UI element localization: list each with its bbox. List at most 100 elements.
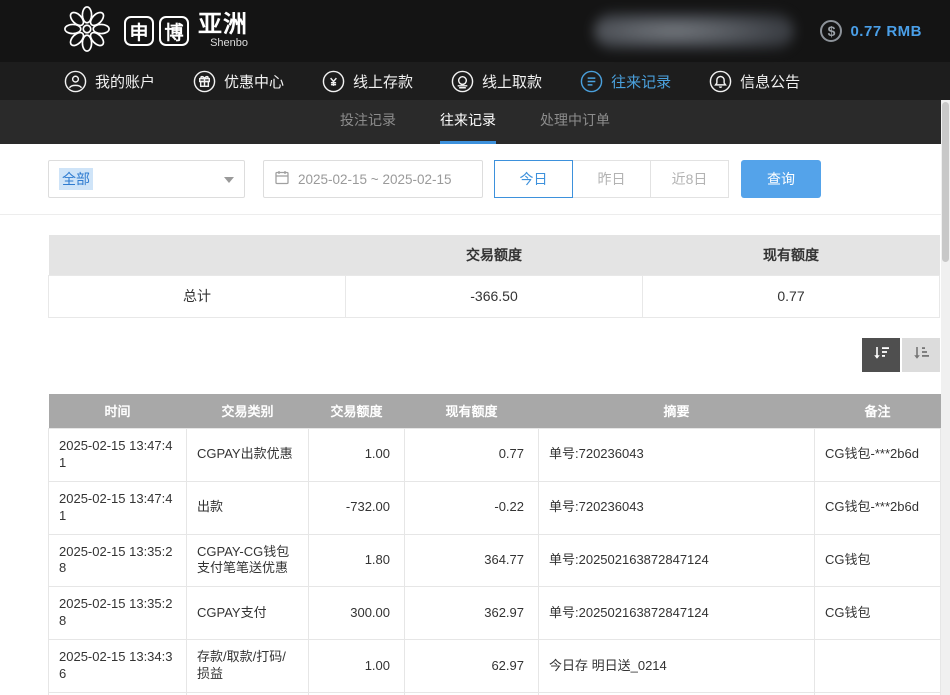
date-range-picker[interactable]: 2025-02-15 ~ 2025-02-15	[263, 160, 483, 198]
chevron-down-icon	[224, 177, 234, 183]
user-icon	[64, 70, 87, 93]
col-header-type: 交易类别	[187, 394, 309, 429]
table-row: 2025-02-15 13:35:28CGPAY支付300.00362.97单号…	[49, 587, 941, 640]
sub-tabs: 投注记录 往来记录 处理中订单	[0, 100, 950, 144]
table-cell: CG钱包-***2b6d	[815, 481, 941, 534]
nav-label: 信息公告	[740, 71, 800, 92]
redacted-account-name	[594, 13, 794, 49]
table-cell: 1.00	[309, 640, 405, 693]
nav-item-withdraw[interactable]: 线上取款	[451, 70, 542, 93]
nav-item-announcements[interactable]: 信息公告	[709, 70, 800, 93]
table-cell: 362.97	[405, 587, 539, 640]
table-cell: 单号:720236043	[539, 429, 815, 482]
gift-icon	[193, 70, 216, 93]
type-select[interactable]: 全部	[48, 160, 245, 198]
today-button[interactable]: 今日	[494, 160, 573, 198]
sort-asc-button[interactable]	[902, 338, 940, 372]
table-cell: 300.00	[309, 587, 405, 640]
table-cell: CG钱包	[815, 534, 941, 587]
filter-bar: 全部 2025-02-15 ~ 2025-02-15 今日 昨日 近8日 查询	[0, 144, 950, 215]
type-select-value: 全部	[59, 168, 93, 190]
summary-header-blank	[49, 235, 346, 275]
table-row: 2025-02-15 13:47:41CGPAY出款优惠1.000.77单号:7…	[49, 429, 941, 482]
scrollbar-thumb[interactable]	[942, 102, 949, 262]
table-cell: CGPAY出款优惠	[187, 429, 309, 482]
nav-item-deposit[interactable]: 线上存款	[322, 70, 413, 93]
table-cell: 2025-02-15 13:35:28	[49, 587, 187, 640]
bell-icon	[709, 70, 732, 93]
col-header-time: 时间	[49, 394, 187, 429]
yesterday-button[interactable]: 昨日	[572, 160, 651, 198]
table-cell: 1.00	[309, 429, 405, 482]
dollar-icon: $	[820, 20, 842, 42]
nav-item-transaction-records[interactable]: 往来记录	[580, 70, 671, 93]
tab-transaction-records[interactable]: 往来记录	[440, 100, 496, 144]
nav-item-promotions[interactable]: 优惠中心	[193, 70, 284, 93]
date-range-value: 2025-02-15 ~ 2025-02-15	[298, 172, 452, 187]
quick-date-group: 今日 昨日 近8日	[495, 160, 729, 198]
logo-region-cn: 亚洲	[198, 13, 248, 37]
main-nav: 我的账户 优惠中心 线上存款 线上取款	[0, 62, 950, 100]
sort-asc-icon	[912, 344, 930, 365]
table-cell: 2025-02-15 13:47:41	[49, 429, 187, 482]
col-header-balance: 现有额度	[405, 394, 539, 429]
vertical-scrollbar[interactable]	[941, 100, 950, 695]
tab-processing-orders[interactable]: 处理中订单	[540, 100, 610, 144]
summary-header-amount: 交易额度	[346, 235, 643, 275]
sort-controls	[48, 338, 940, 372]
table-cell: 单号:720236043	[539, 481, 815, 534]
search-button[interactable]: 查询	[741, 160, 821, 198]
table-cell: 今日存 明日送_0214	[539, 640, 815, 693]
nav-label: 我的账户	[95, 71, 155, 92]
summary-header-balance: 现有额度	[643, 235, 940, 275]
withdraw-coin-icon	[451, 70, 474, 93]
table-cell: 存款/取款/打码/损益	[187, 640, 309, 693]
table-cell: 364.77	[405, 534, 539, 587]
table-cell: 出款	[187, 481, 309, 534]
table-cell: 2025-02-15 13:47:41	[49, 481, 187, 534]
deposit-coin-icon	[322, 70, 345, 93]
table-cell: 2025-02-15 13:35:28	[49, 534, 187, 587]
records-table: 时间 交易类别 交易额度 现有额度 摘要 备注 2025-02-15 13:47…	[48, 394, 941, 695]
tab-betting-records[interactable]: 投注记录	[340, 100, 396, 144]
table-cell: 单号:202502163872847124	[539, 587, 815, 640]
calendar-icon	[274, 169, 290, 190]
balance-display: $ 0.77 RMB	[820, 20, 922, 42]
table-cell	[815, 640, 941, 693]
table-row: 2025-02-15 13:34:36存款/取款/打码/损益1.0062.97今…	[49, 640, 941, 693]
records-icon	[580, 70, 603, 93]
nav-label: 线上取款	[482, 71, 542, 92]
table-cell: CG钱包-***2b6d	[815, 429, 941, 482]
table-cell: 0.77	[405, 429, 539, 482]
col-header-amount: 交易额度	[309, 394, 405, 429]
table-cell: 单号:202502163872847124	[539, 534, 815, 587]
summary-header-row: 交易额度 现有额度	[49, 235, 940, 275]
table-cell: 62.97	[405, 640, 539, 693]
summary-total-amount: -366.50	[346, 275, 643, 317]
table-cell: 1.80	[309, 534, 405, 587]
records-table-body: 2025-02-15 13:47:41CGPAY出款优惠1.000.77单号:7…	[49, 429, 941, 695]
table-cell: -0.22	[405, 481, 539, 534]
last-8-days-button[interactable]: 近8日	[650, 160, 729, 198]
summary-total-label: 总计	[49, 275, 346, 317]
logo-region: 亚洲 Shenbo	[198, 13, 248, 49]
nav-label: 往来记录	[611, 71, 671, 92]
col-header-summary: 摘要	[539, 394, 815, 429]
sort-desc-icon	[872, 344, 890, 365]
top-bar: 申 博 亚洲 Shenbo $ 0.77 RMB	[0, 0, 950, 62]
page: 申 博 亚洲 Shenbo $ 0.77 RMB 我的账户	[0, 0, 950, 695]
balance-amount: 0.77 RMB	[850, 23, 922, 40]
nav-label: 优惠中心	[224, 71, 284, 92]
table-row: 2025-02-15 13:47:41出款-732.00-0.22单号:7202…	[49, 481, 941, 534]
summary-table: 交易额度 现有额度 总计 -366.50 0.77	[48, 235, 940, 318]
sort-desc-button[interactable]	[862, 338, 900, 372]
nav-label: 线上存款	[353, 71, 413, 92]
summary-total-balance: 0.77	[643, 275, 940, 317]
table-cell: CG钱包	[815, 587, 941, 640]
col-header-note: 备注	[815, 394, 941, 429]
logo-char-shen: 申	[124, 16, 154, 46]
table-row: 2025-02-15 13:35:28CGPAY-CG钱包支付笔笔送优惠1.80…	[49, 534, 941, 587]
nav-item-my-account[interactable]: 我的账户	[64, 70, 155, 93]
table-cell: CGPAY-CG钱包支付笔笔送优惠	[187, 534, 309, 587]
logo-char-bo: 博	[159, 16, 189, 46]
